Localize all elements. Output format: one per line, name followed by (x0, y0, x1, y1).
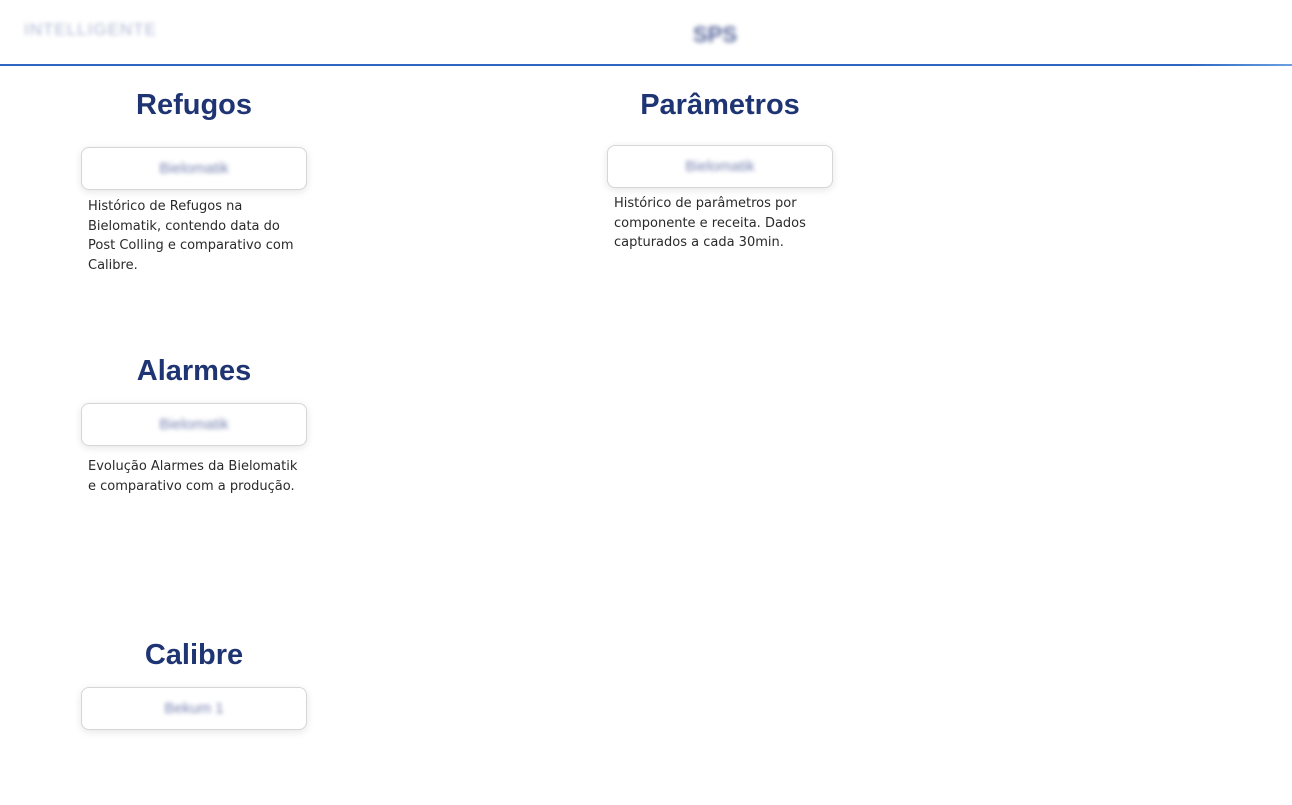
section-refugos: Refugos Bielomatik Histórico de Refugos … (81, 88, 311, 275)
button-label: Bielomatik (685, 158, 755, 175)
button-label: Bielomatik (159, 160, 229, 177)
section-title-parametros: Parâmetros (640, 89, 800, 121)
parametros-bielomatik-button[interactable]: Bielomatik (607, 145, 833, 188)
header-divider (0, 64, 1292, 66)
section-description-parametros: Histórico de parâmetros por componente e… (614, 196, 806, 250)
section-description-refugos: Histórico de Refugos na Bielomatik, cont… (88, 199, 294, 273)
section-alarmes: Alarmes Bielomatik Evolução Alarmes da B… (81, 354, 311, 496)
section-title-alarmes: Alarmes (136, 355, 252, 387)
section-calibre: Calibre Bekum 1 (81, 638, 311, 730)
alarmes-bielomatik-button[interactable]: Bielomatik (81, 403, 307, 446)
page: INTELLIGENTE SPS Refugos Bielomatik Hist… (0, 0, 1292, 805)
button-label: Bielomatik (159, 416, 229, 433)
brand-logo-text: INTELLIGENTE (24, 20, 157, 39)
top-header: INTELLIGENTE SPS (0, 0, 1292, 66)
section-title-calibre: Calibre (144, 639, 244, 671)
section-title-refugos: Refugos (136, 89, 252, 121)
calibre-bekum-button[interactable]: Bekum 1 (81, 687, 307, 730)
app-title: SPS (692, 22, 738, 47)
refugos-bielomatik-button[interactable]: Bielomatik (81, 147, 307, 190)
button-label: Bekum 1 (164, 700, 224, 717)
section-description-alarmes: Evolução Alarmes da Bielomatik e compara… (88, 459, 298, 494)
section-parametros: Parâmetros Bielomatik Histórico de parâm… (607, 88, 837, 253)
brand-logo[interactable]: INTELLIGENTE (24, 16, 190, 44)
